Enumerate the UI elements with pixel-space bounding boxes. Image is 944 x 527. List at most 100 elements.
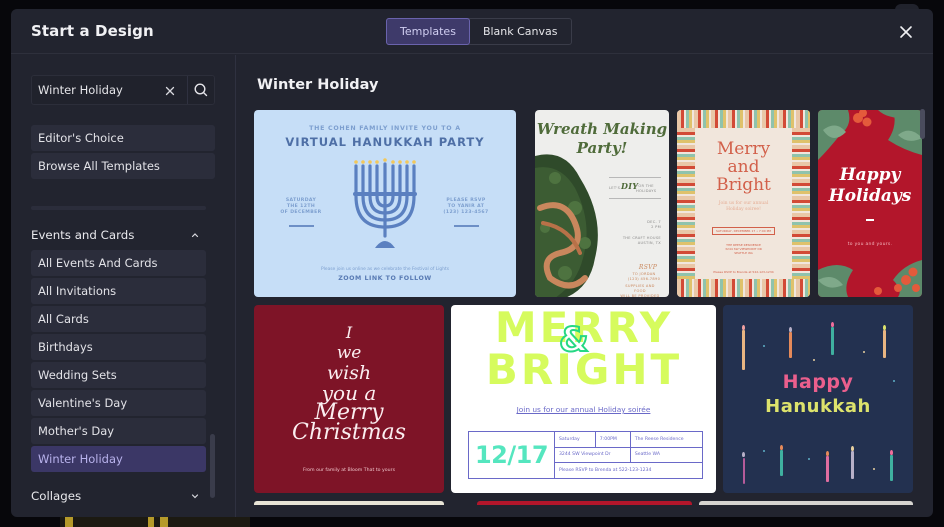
chevron-up-icon <box>191 233 199 238</box>
card-headline: Happy Holidays <box>828 165 912 206</box>
sparkle-dot <box>808 458 810 460</box>
search-divider <box>187 76 188 104</box>
sidebar-item-editors-choice[interactable]: Editor's Choice <box>31 125 215 151</box>
template-card-happy-hanukkah-candles[interactable]: Happy Hanukkah <box>723 305 913 493</box>
sidebar-item-wedding-sets[interactable]: Wedding Sets <box>31 362 206 388</box>
template-card-virtual-hanukkah-party[interactable]: THE COHEN FAMILY INVITE YOU TO A VIRTUAL… <box>254 110 516 297</box>
flame-icon <box>742 452 745 457</box>
wreath-image <box>535 154 598 297</box>
candle-icon <box>890 455 893 481</box>
search-icon <box>194 83 208 97</box>
card-divider <box>454 225 479 227</box>
candle-icon <box>780 450 783 476</box>
card-text: THE REESE RESIDENCE 3244 SW VIEWPOINT DR… <box>725 243 762 255</box>
card-text: THE CRAFT HOUSE AUSTIN, TX <box>622 236 661 245</box>
card-text: THE COHEN FAMILY INVITE YOU TO A <box>309 125 461 132</box>
candle-icon <box>883 330 886 358</box>
flame-icon <box>851 446 854 451</box>
flame-icon <box>883 325 886 330</box>
gallery-scrollbar[interactable] <box>920 109 925 139</box>
template-card-happy-holidays[interactable]: Happy Holidays to you and yours. <box>818 110 922 297</box>
sparkle-dot <box>813 359 815 361</box>
card-divider <box>866 219 874 221</box>
card-text: SATURDAY THE 12TH OF DECEMBER <box>280 198 322 215</box>
card-headline: Wreath Making Party! <box>536 120 668 157</box>
card-ampersand: & <box>558 319 590 361</box>
card-text: DEC. 7 2 PM <box>647 220 661 229</box>
section-divider <box>31 206 206 210</box>
tab-blank-canvas[interactable]: Blank Canvas <box>470 19 571 44</box>
sparkle-dot <box>763 450 765 452</box>
sidebar-item-all-events-and-cards[interactable]: All Events And Cards <box>31 250 206 276</box>
sidebar-item-mothers-day[interactable]: Mother's Day <box>31 418 206 444</box>
flame-icon <box>742 325 745 330</box>
sidebar-item-all-invitations[interactable]: All Invitations <box>31 278 206 304</box>
candle-icon <box>851 451 854 479</box>
card-headline: Merry and Bright <box>716 139 771 195</box>
card-text: RSVP <box>638 264 658 271</box>
sidebar-item-winter-holiday[interactable]: Winter Holiday <box>31 446 206 472</box>
section-events-and-cards[interactable]: Events and Cards <box>31 226 206 244</box>
template-card-partial[interactable] <box>477 501 692 505</box>
card-divider <box>609 177 661 178</box>
close-button[interactable] <box>897 23 915 41</box>
start-design-modal: Start a Design Templates Blank Canvas Ed… <box>11 9 933 517</box>
close-icon <box>165 86 175 96</box>
chevron-down-icon <box>191 494 199 499</box>
mode-toggle: Templates Blank Canvas <box>386 18 572 45</box>
modal-title: Start a Design <box>31 22 154 40</box>
stripe-border <box>677 279 810 297</box>
card-text: SATURDAY, DECEMBER 17 • 7:00 PM <box>715 229 772 233</box>
template-gallery: Winter Holiday THE COHEN FAMILY INVITE Y… <box>237 55 933 517</box>
event-venue: The Reese Residence <box>629 431 704 448</box>
section-collages[interactable]: Collages <box>31 487 206 505</box>
template-card-merry-and-bright-stripes[interactable]: Merry and Bright Join us for our annual … <box>677 110 810 297</box>
sidebar-item-valentines-day[interactable]: Valentine's Day <box>31 390 206 416</box>
sparkle-dot <box>873 468 875 470</box>
template-card-wreath-making-party[interactable]: Wreath Making Party! DIY LET'S FOR THE H… <box>535 110 669 297</box>
gallery-title: Winter Holiday <box>257 77 379 93</box>
sidebar-item-browse-all-templates[interactable]: Browse All Templates <box>31 153 215 179</box>
event-date: 12/17 <box>468 431 555 479</box>
tab-templates[interactable]: Templates <box>386 18 470 45</box>
card-headline: Happy <box>782 371 854 393</box>
card-text: SUPPLIES AND FOOD WILL BE PROVIDED <box>620 284 660 297</box>
event-city: Seattle WA <box>629 446 704 464</box>
tree-line: we <box>336 343 362 363</box>
template-card-merry-and-bright-neon[interactable]: MERRY BRIGHT & Join us for our annual Ho… <box>451 305 716 493</box>
card-divider <box>609 198 661 199</box>
sparkle-dot <box>863 351 865 353</box>
search-input[interactable] <box>38 76 158 104</box>
card-text: FOR THE HOLIDAYS <box>636 184 657 193</box>
card-text: From our family at Bloom That to yours <box>302 468 396 473</box>
card-text: Please join us online as we celebrate th… <box>321 267 449 272</box>
event-street: 3244 SW Viewpoint Dr <box>554 446 631 464</box>
tree-line: wish <box>326 362 372 384</box>
sidebar: Editor's Choice Browse All Templates Eve… <box>11 55 236 517</box>
template-card-partial[interactable] <box>254 501 444 505</box>
section-label: Events and Cards <box>31 228 135 242</box>
candle-icon <box>743 458 745 484</box>
candle-icon <box>789 332 792 358</box>
card-text: Join us for our annual Holiday soirée <box>516 405 651 414</box>
close-icon <box>900 26 912 38</box>
card-headline: Hanukkah <box>765 396 871 417</box>
template-card-merry-christmas-tree[interactable]: I we wish you a Merry Christmas From our… <box>254 305 444 493</box>
event-day: Saturday <box>554 431 596 448</box>
tree-line: Christmas <box>292 420 406 445</box>
flame-icon <box>826 451 829 456</box>
card-text: ZOOM LINK TO FOLLOW <box>338 275 432 282</box>
tree-line: I <box>345 323 353 342</box>
template-card-partial[interactable] <box>699 501 913 505</box>
clear-search-button[interactable] <box>163 83 177 97</box>
sparkle-dot <box>763 345 765 347</box>
card-text: Join us for our annual Holiday soiree! <box>718 201 769 212</box>
card-text: LET'S <box>609 186 621 190</box>
sidebar-item-birthdays[interactable]: Birthdays <box>31 334 206 360</box>
sidebar-scrollbar[interactable] <box>210 434 215 498</box>
card-headline: I we wish you a Merry Christmas <box>254 323 444 445</box>
event-rsvp: Please RSVP to Brenda at 522-123-1234 <box>554 462 703 479</box>
search-button[interactable] <box>192 81 210 99</box>
sidebar-item-all-cards[interactable]: All Cards <box>31 306 206 332</box>
card-headline: VIRTUAL HANUKKAH PARTY <box>285 135 485 149</box>
